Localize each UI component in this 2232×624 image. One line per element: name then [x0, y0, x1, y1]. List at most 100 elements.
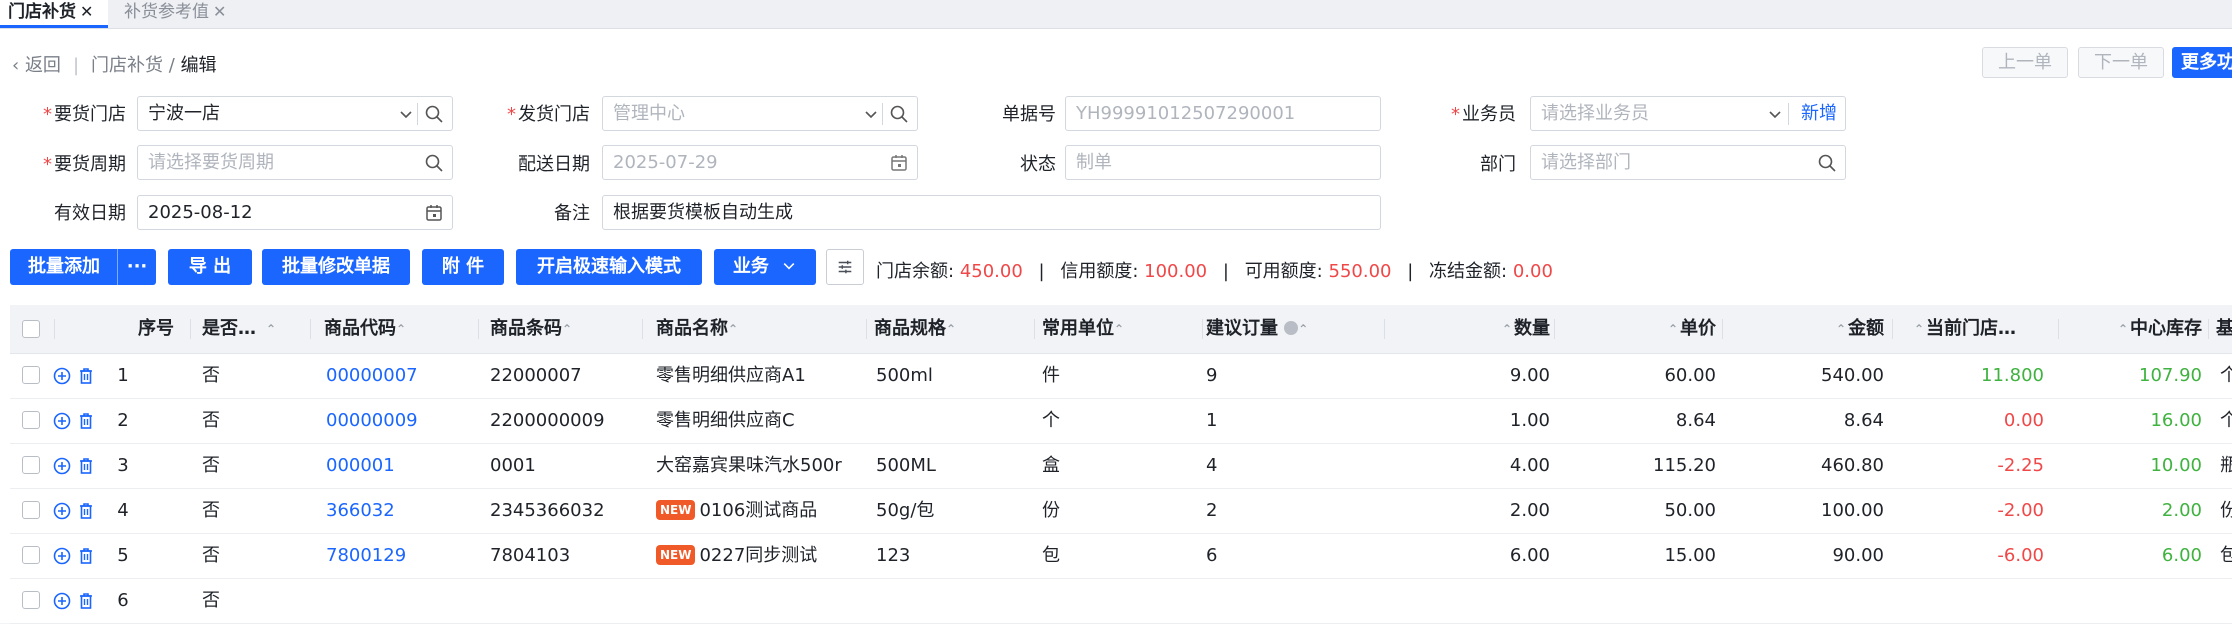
tab-store-replenish[interactable]: 门店补货 ✕: [0, 0, 108, 28]
export-button[interactable]: 导 出: [168, 249, 252, 285]
select-all-checkbox[interactable]: [22, 320, 40, 338]
row-unit[interactable]: 盒: [1042, 443, 1060, 488]
row-unit[interactable]: 件: [1042, 353, 1060, 398]
search-icon[interactable]: [424, 104, 444, 124]
period-select[interactable]: 请选择要货周期: [137, 145, 453, 180]
tab-replenish-reference[interactable]: 补货参考值 ✕: [116, 0, 252, 28]
header-unit[interactable]: 常用单位⌃: [1042, 305, 1126, 353]
search-icon[interactable]: [1817, 153, 1837, 173]
trash-icon[interactable]: [76, 411, 96, 431]
row-unit[interactable]: 个: [1042, 398, 1060, 443]
row-unit[interactable]: 份: [1042, 488, 1060, 533]
row-is-gift[interactable]: 否: [202, 443, 220, 488]
attachment-button[interactable]: 附 件: [422, 249, 504, 285]
header-suggest[interactable]: 建议订量 ⌃: [1206, 305, 1310, 353]
row-is-gift[interactable]: 否: [202, 533, 220, 578]
header-price[interactable]: ⌃ 单价: [1560, 305, 1716, 353]
table-row[interactable]: 2 否 00000009 2200000009 零售明细供应商C 个 1 1.00 8.64 8.…: [10, 398, 2232, 444]
business-dropdown-button[interactable]: 业务: [714, 249, 816, 285]
row-checkbox[interactable]: [22, 546, 40, 564]
search-icon[interactable]: [889, 104, 909, 124]
row-checkbox[interactable]: [22, 456, 40, 474]
table-row[interactable]: 6否: [10, 578, 2232, 624]
batch-edit-button[interactable]: 批量修改单据: [262, 249, 410, 285]
row-code-link[interactable]: 366032: [326, 488, 395, 533]
trash-icon[interactable]: [76, 591, 96, 611]
ship-store-select[interactable]: 管理中心: [602, 96, 918, 131]
header-qty[interactable]: ⌃ 数量: [1390, 305, 1550, 353]
back-link[interactable]: ‹ 返回: [12, 55, 61, 76]
next-doc-button[interactable]: 下一单: [2078, 47, 2164, 78]
calendar-icon[interactable]: [889, 153, 909, 173]
header-barcode[interactable]: 商品条码⌃: [490, 305, 574, 353]
row-checkbox[interactable]: [22, 366, 40, 384]
remark-field[interactable]: 根据要货模板自动生成: [602, 195, 1381, 230]
breadcrumb-parent[interactable]: 门店补货: [91, 55, 163, 76]
row-is-gift[interactable]: 否: [202, 488, 220, 533]
row-is-gift[interactable]: 否: [202, 578, 220, 623]
header-name[interactable]: 商品名称⌃: [656, 305, 740, 353]
row-is-gift[interactable]: 否: [202, 353, 220, 398]
add-row-icon[interactable]: [52, 456, 72, 476]
row-price[interactable]: 8.64: [1560, 398, 1716, 443]
row-price[interactable]: [1560, 578, 1716, 623]
row-price[interactable]: 115.20: [1560, 443, 1716, 488]
row-price[interactable]: 60.00: [1560, 353, 1716, 398]
trash-icon[interactable]: [76, 501, 96, 521]
header-amount[interactable]: ⌃ 金额: [1728, 305, 1884, 353]
sort-icon[interactable]: ⌃⌄: [266, 305, 278, 353]
row-code-link[interactable]: 00000009: [326, 398, 418, 443]
valid-date-field[interactable]: 2025-08-12: [137, 195, 453, 230]
header-spec[interactable]: 商品规格⌃: [874, 305, 958, 353]
row-qty[interactable]: [1390, 578, 1550, 623]
add-row-icon[interactable]: [52, 591, 72, 611]
store-select[interactable]: 宁波一店: [137, 96, 453, 131]
column-settings-button[interactable]: [826, 249, 864, 285]
prev-doc-button[interactable]: 上一单: [1982, 47, 2068, 78]
delivery-date-field[interactable]: 2025-07-29: [602, 145, 918, 180]
row-checkbox[interactable]: [22, 501, 40, 519]
header-code[interactable]: 商品代码⌃: [324, 305, 408, 353]
batch-add-button[interactable]: 批量添加 ···: [10, 249, 156, 285]
table-row[interactable]: 5 否 7800129 7804103 NEW 0227同步测试 123 包 6 6.00 15.0…: [10, 533, 2232, 579]
row-qty[interactable]: 4.00: [1390, 443, 1550, 488]
row-suggest: 6: [1206, 545, 1218, 566]
add-salesman-link[interactable]: 新增: [1801, 97, 1837, 130]
header-store-stock[interactable]: ⌃ 当前门店…: [1914, 305, 2052, 353]
close-icon[interactable]: ✕: [213, 2, 226, 21]
sort-icon: ⌃: [1914, 322, 1925, 336]
table-row[interactable]: 3 否 000001 0001 大窑嘉宾果味汽水500r 500ML 盒 4 4.00 115.2…: [10, 443, 2232, 489]
row-is-gift[interactable]: 否: [202, 398, 220, 443]
close-icon[interactable]: ✕: [80, 2, 93, 21]
fast-input-button[interactable]: 开启极速输入模式: [516, 249, 702, 285]
row-code-link[interactable]: 7800129: [326, 533, 406, 578]
trash-icon[interactable]: [76, 366, 96, 386]
trash-icon[interactable]: [76, 546, 96, 566]
header-center-stock[interactable]: ⌃ 中心库存: [2062, 305, 2202, 353]
doc-no-field[interactable]: YH99991012507290001: [1065, 96, 1381, 131]
table-row[interactable]: 1 否 00000007 22000007 零售明细供应商A1 500ml 件 9 9.00 60…: [10, 353, 2232, 399]
row-unit[interactable]: 包: [1042, 533, 1060, 578]
row-qty[interactable]: 9.00: [1390, 353, 1550, 398]
add-row-icon[interactable]: [52, 366, 72, 386]
add-row-icon[interactable]: [52, 501, 72, 521]
more-dots-icon[interactable]: ···: [117, 249, 156, 285]
add-row-icon[interactable]: [52, 546, 72, 566]
row-checkbox[interactable]: [22, 411, 40, 429]
more-functions-button[interactable]: 更多功: [2172, 47, 2232, 78]
row-qty[interactable]: 6.00: [1390, 533, 1550, 578]
row-qty[interactable]: 1.00: [1390, 398, 1550, 443]
row-qty[interactable]: 2.00: [1390, 488, 1550, 533]
trash-icon[interactable]: [76, 456, 96, 476]
dept-select[interactable]: 请选择部门: [1530, 145, 1846, 180]
row-code-link[interactable]: 00000007: [326, 353, 418, 398]
calendar-icon[interactable]: [424, 203, 444, 223]
row-checkbox[interactable]: [22, 591, 40, 609]
table-row[interactable]: 4 否 366032 2345366032 NEW 0106测试商品 50g/包 份 2 2.00…: [10, 488, 2232, 534]
search-icon[interactable]: [424, 153, 444, 173]
row-code-link[interactable]: 000001: [326, 443, 395, 488]
salesman-select[interactable]: 请选择业务员 新增: [1530, 96, 1846, 131]
add-row-icon[interactable]: [52, 411, 72, 431]
row-price[interactable]: 50.00: [1560, 488, 1716, 533]
row-price[interactable]: 15.00: [1560, 533, 1716, 578]
